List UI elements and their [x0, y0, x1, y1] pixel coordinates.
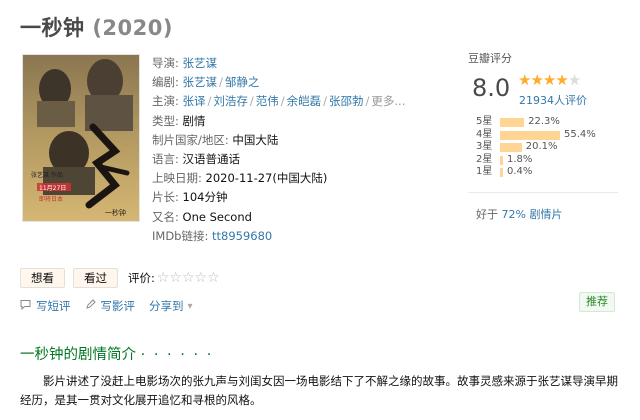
better-genre-link[interactable]: 剧情片: [529, 208, 562, 221]
want-button[interactable]: 想看: [20, 268, 65, 288]
writer-link[interactable]: 邹静之: [225, 75, 260, 89]
rating-row-label: 3星: [476, 141, 493, 152]
star-filled-icon: ★: [518, 71, 531, 89]
poster-release-2: 即将日本: [39, 195, 63, 203]
comment-icon: [20, 299, 31, 313]
rating-row: 3星 20.1%: [476, 141, 558, 154]
rating-pct: 1.8%: [507, 153, 533, 165]
aka-value: One Second: [182, 209, 252, 224]
rating-bar: [500, 143, 522, 152]
info-imdb: IMDb链接: tt8959680: [152, 228, 273, 243]
summary-text: 影片讲述了没赶上电影场次的张九声与刘闺女因一场电影结下了不解之缘的故事。故事灵感…: [20, 374, 618, 407]
recommend-button[interactable]: 推荐: [579, 292, 615, 312]
rating-row: 2星 1.8%: [476, 153, 532, 167]
rate-label: 评价:: [128, 271, 155, 285]
star-filled-icon: ★: [555, 71, 568, 89]
cast-link[interactable]: 范伟: [256, 94, 279, 108]
release-value: 2020-11-27(中国大陆): [205, 171, 328, 186]
better-than: 好于 72% 剧情片: [476, 208, 563, 221]
star-filled-icon: ★: [542, 71, 556, 89]
info-writer: 编剧: 张艺谋 / 邹静之: [152, 75, 260, 90]
cast-link[interactable]: 张邵勃: [329, 94, 364, 108]
rating-stars: ★★★★★: [518, 71, 581, 89]
poster-release-1: 11月27日: [39, 185, 66, 192]
rating-distribution: 5星 22.3% 4星 55.4% 3星 20.1% 2星 1.8% 1星 0.4%: [476, 116, 596, 179]
rating-bar: [500, 168, 503, 177]
movie-year: (2020): [92, 16, 173, 40]
rating-bar: [500, 130, 560, 140]
cast-link[interactable]: 余皑磊: [287, 94, 322, 108]
rating-row: 5星 22.3%: [476, 116, 560, 129]
write-short-review[interactable]: 写短评: [20, 298, 71, 314]
region-value: 中国大陆: [232, 132, 279, 147]
info-region: 制片国家/地区: 中国大陆: [152, 132, 279, 147]
info-runtime: 片长: 104分钟: [152, 190, 228, 205]
rate-stars-input[interactable]: ☆☆☆☆☆: [157, 270, 220, 286]
rating-score: 8.0: [472, 74, 511, 102]
movie-info: 导演: 张艺谋 编剧: 张艺谋 / 邹静之 主演: 张译 / 刘浩存 / 范伟 / 余皑磊 / 张邵…: [152, 54, 452, 246]
rating-pct: 0.4%: [507, 166, 533, 177]
page-title: 一秒钟 (2020): [20, 12, 173, 42]
rating-row-label: 4星: [476, 128, 493, 140]
runtime-value: 104分钟: [182, 190, 228, 205]
rating-pct: 55.4%: [564, 128, 596, 140]
info-language: 语言: 汉语普通话: [152, 152, 241, 167]
rating-panel: 豆瓣评分 8.0 ★★★★★ 21934人评价 5星 22.3% 4星 55.4% 3星…: [468, 50, 628, 221]
movie-name: 一秒钟: [20, 16, 85, 40]
info-director: 导演: 张艺谋: [152, 56, 218, 70]
info-genre: 类型: 剧情: [152, 113, 206, 128]
poster-director: 张艺谋 作品: [31, 171, 63, 179]
language-value: 汉语普通话: [182, 152, 241, 167]
star-empty-icon: ★: [567, 71, 581, 89]
poster-calligraphy: 一秒钟: [105, 208, 126, 217]
info-aka: 又名: One Second: [152, 209, 252, 224]
rating-row-label: 2星: [476, 153, 493, 165]
imdb-link[interactable]: tt8959680: [212, 229, 272, 243]
better-pct-link[interactable]: 72%: [502, 208, 526, 221]
writer-link[interactable]: 张艺谋: [183, 75, 218, 89]
rating-row-label: 5星: [476, 116, 493, 127]
interest-bar: 想看 看过 评价: ☆☆☆☆☆: [20, 268, 220, 288]
rating-label: 豆瓣评分: [468, 52, 512, 65]
cast-more-link[interactable]: 更多...: [371, 94, 405, 108]
divider: [468, 192, 618, 193]
write-review[interactable]: 写影评: [85, 298, 135, 314]
genre-value: 剧情: [182, 113, 206, 128]
star-filled-icon: ★: [530, 71, 543, 89]
movie-poster[interactable]: 11月27日 即将日本 张艺谋 作品 一秒钟: [22, 54, 140, 222]
rating-pct: 22.3%: [528, 116, 560, 127]
rating-row-label: 1星: [476, 166, 493, 177]
rating-bar: [500, 118, 525, 127]
cast-link[interactable]: 刘浩存: [213, 94, 248, 108]
share-menu[interactable]: 分享到 ▾: [149, 298, 193, 314]
seen-button[interactable]: 看过: [73, 268, 118, 288]
action-links: 写短评 写影评 分享到 ▾: [20, 298, 207, 314]
info-cast: 主演: 张译 / 刘浩存 / 范伟 / 余皑磊 / 张邵勃 / 更多...: [152, 94, 406, 109]
rating-row: 1星 0.4%: [476, 166, 532, 179]
rating-row: 4星 55.4%: [476, 128, 596, 142]
info-release: 上映日期: 2020-11-27(中国大陆): [152, 171, 328, 186]
votes-link[interactable]: 21934人评价: [519, 92, 587, 108]
poster-art: 11月27日 即将日本 张艺谋 作品 一秒钟: [23, 55, 139, 221]
rating-pct: 20.1%: [525, 141, 558, 152]
pencil-icon: [85, 299, 96, 313]
summary-heading: 一秒钟的剧情简介 · · · · · ·: [20, 347, 214, 363]
director-link[interactable]: 张艺谋: [183, 56, 218, 70]
rating-bar: [500, 155, 503, 165]
chevron-down-icon: ▾: [187, 300, 193, 312]
cast-link[interactable]: 张译: [183, 94, 206, 108]
